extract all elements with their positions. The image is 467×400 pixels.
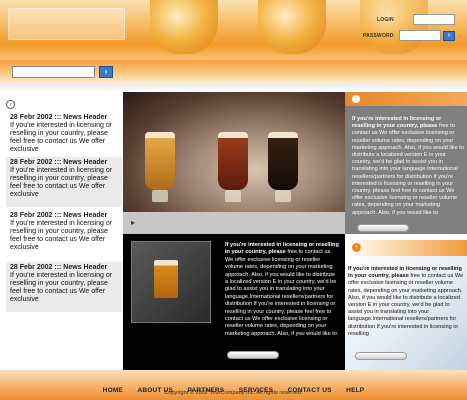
copyright-text: Copyright © 2002 YourCompany Inc. All ri… xyxy=(164,390,303,396)
news-item[interactable]: 28 Febr 2002 ::: News Header If you're i… xyxy=(6,210,122,260)
news-item[interactable]: 28 Febr 2002 ::: News Header If you're i… xyxy=(6,157,122,207)
news-item[interactable]: 28 Febr 2002 ::: News Header If you're i… xyxy=(6,112,122,154)
panel-header: › xyxy=(345,92,467,106)
news-body: If you're interested in licensing or res… xyxy=(10,167,113,198)
password-label: PASSWORD xyxy=(363,32,394,39)
footer: HOME ABOUT US PARTNERS SERVICES CONTACT … xyxy=(0,370,467,400)
password-row: PASSWORD › xyxy=(363,30,455,41)
divider xyxy=(0,84,467,92)
right-bottom-body: free to contact us We offer exclusive li… xyxy=(348,273,464,337)
right-top-lead: If you're interested in licensing or res… xyxy=(352,116,442,130)
arrow-right-circle-icon[interactable]: › xyxy=(352,95,360,103)
right-bottom-text: If you're interested in licensing or res… xyxy=(348,266,464,338)
beer-glass-image xyxy=(145,132,175,202)
login-input[interactable] xyxy=(413,14,455,25)
news-header[interactable]: 28 Febr 2002 ::: News Header xyxy=(10,159,118,167)
logo-placeholder xyxy=(8,8,125,40)
beer-mug-photo xyxy=(131,241,211,323)
more-button[interactable] xyxy=(227,351,279,359)
panel-header: › xyxy=(345,240,467,256)
news-header[interactable]: 28 Febr 2002 ::: News Header xyxy=(10,212,118,220)
search-go-button[interactable]: › xyxy=(99,66,113,78)
news-body: If you're interested in licensing or res… xyxy=(10,220,113,251)
beer-glass-decoration xyxy=(150,0,218,54)
search-input[interactable] xyxy=(12,66,95,78)
more-button[interactable] xyxy=(355,352,407,360)
section-divider: ▸ xyxy=(123,212,345,234)
arrow-right-circle-icon[interactable]: › xyxy=(6,100,15,109)
header-banner: LOGIN PASSWORD › xyxy=(0,0,467,60)
news-header[interactable]: 28 Febr 2002 ::: News Header xyxy=(10,264,118,272)
right-top-body: free to contact us We offer exclusive li… xyxy=(352,123,464,216)
arrow-right-icon: › xyxy=(447,31,451,39)
more-button[interactable] xyxy=(357,224,409,232)
feature-body: free to contact us We offer exclusive li… xyxy=(225,249,337,337)
beer-mug-image xyxy=(154,260,178,298)
news-body: If you're interested in licensing or res… xyxy=(10,122,113,153)
login-go-button[interactable]: › xyxy=(443,30,455,41)
login-label: LOGIN xyxy=(377,16,394,23)
password-input[interactable] xyxy=(399,30,441,41)
beer-glass-decoration xyxy=(258,0,326,54)
arrow-right-circle-icon[interactable]: › xyxy=(352,243,361,252)
feature-text: If you're interested in licensing or res… xyxy=(225,242,339,338)
arrow-right-icon: › xyxy=(104,67,108,76)
arrow-right-icon[interactable]: ▸ xyxy=(131,218,141,228)
search-band: › xyxy=(0,60,467,84)
right-top-text: If you're interested in licensing or res… xyxy=(352,116,464,217)
news-header[interactable]: 28 Febr 2002 ::: News Header xyxy=(10,114,118,122)
beer-glass-image xyxy=(218,132,248,202)
news-item[interactable]: 28 Febr 2002 ::: News Header If you're i… xyxy=(6,262,122,312)
login-row: LOGIN xyxy=(377,14,455,25)
beer-glass-image xyxy=(268,132,298,202)
beer-glass-decoration xyxy=(360,0,428,54)
news-body: If you're interested in licensing or res… xyxy=(10,272,113,303)
beer-glasses-photo xyxy=(123,92,345,212)
